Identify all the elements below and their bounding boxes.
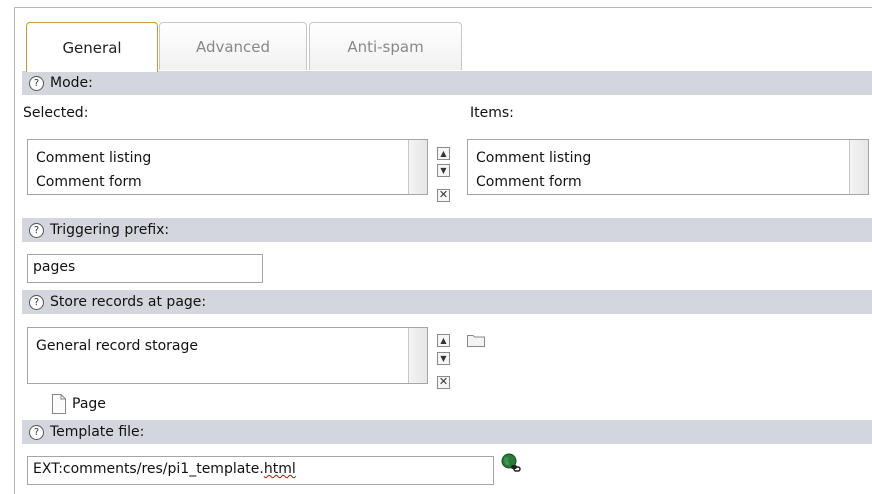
list-item[interactable]: General record storage (36, 334, 419, 358)
help-icon[interactable]: ? (29, 222, 44, 238)
mode-selected-list[interactable]: Comment listing Comment form (27, 139, 428, 195)
move-up-button[interactable]: ▲ (437, 334, 450, 347)
scrollbar[interactable] (849, 140, 868, 194)
selected-label: Selected: (23, 105, 89, 121)
list-item[interactable]: Comment listing (476, 146, 860, 170)
remove-button[interactable]: ✕ (437, 376, 450, 389)
help-icon[interactable]: ? (29, 424, 44, 440)
move-down-button[interactable]: ▼ (437, 164, 450, 177)
folder-icon[interactable] (466, 332, 486, 348)
section-storage-title: Store records at page: (50, 294, 207, 310)
tab-general-label: General (62, 38, 122, 57)
list-item[interactable]: Comment form (36, 170, 419, 194)
move-up-button[interactable]: ▲ (437, 147, 450, 160)
tab-general[interactable]: General (26, 22, 158, 72)
section-storage: ? Store records at page: (22, 290, 872, 314)
globe-link-icon[interactable] (500, 453, 522, 473)
help-icon[interactable]: ? (29, 75, 44, 91)
section-prefix: ? Triggering prefix: (22, 218, 872, 242)
section-mode: ? Mode: (22, 71, 872, 95)
list-item[interactable]: Comment listing (36, 146, 419, 170)
remove-button[interactable]: ✕ (437, 189, 450, 202)
storage-selected-list[interactable]: General record storage (27, 327, 428, 384)
section-template-title: Template file: (50, 424, 145, 440)
page-link-label[interactable]: Page (72, 396, 106, 412)
tab-anti-spam-label: Anti-spam (347, 37, 424, 56)
page-icon[interactable] (50, 393, 68, 415)
tab-anti-spam[interactable]: Anti-spam (309, 22, 462, 70)
tab-advanced[interactable]: Advanced (159, 22, 307, 70)
template-file-input[interactable]: EXT:comments/res/pi1_template.html (27, 456, 494, 485)
tab-advanced-label: Advanced (195, 37, 271, 56)
list-item[interactable]: Comment form (476, 170, 860, 194)
scrollbar[interactable] (408, 140, 427, 194)
section-template: ? Template file: (22, 420, 872, 444)
scrollbar[interactable] (408, 328, 427, 383)
move-down-button[interactable]: ▼ (437, 352, 450, 365)
items-label: Items: (470, 105, 514, 121)
template-file-path: EXT:comments/res/pi1_template. (33, 461, 264, 477)
section-prefix-title: Triggering prefix: (50, 222, 170, 238)
help-icon[interactable]: ? (29, 294, 44, 310)
template-file-extension: html (263, 461, 296, 477)
prefix-input[interactable]: pages (27, 254, 263, 283)
section-mode-title: Mode: (50, 75, 93, 91)
mode-items-list[interactable]: Comment listing Comment form (467, 139, 869, 195)
